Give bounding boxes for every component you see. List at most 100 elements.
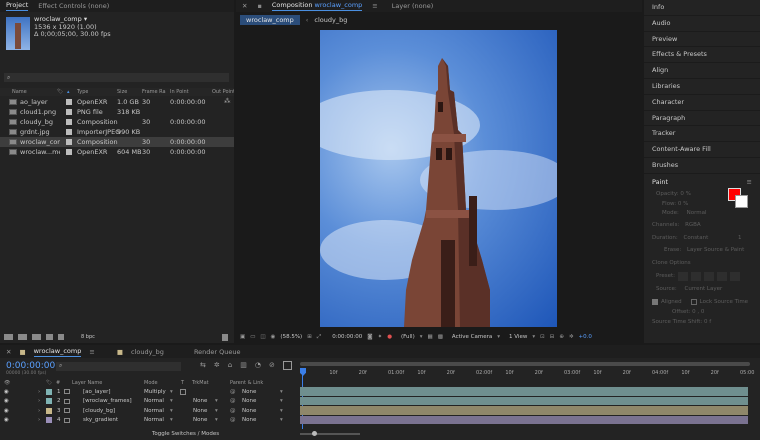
tab-layer[interactable]: Layer (none) [392,2,433,10]
pickwhip-icon[interactable]: @ [230,398,236,404]
new-folder-icon[interactable] [18,334,27,340]
label-color[interactable] [66,119,72,125]
panel-item-brushes[interactable]: Brushes [644,158,760,174]
erase-row[interactable]: Erase: Layer Source & Paint [652,244,752,257]
layer-trkmat[interactable]: None [193,408,207,414]
zoom-slider[interactable] [300,431,360,436]
mode-row[interactable]: Mode: Normal [652,207,752,220]
project-search[interactable]: ⌕ [4,73,229,82]
menu-icon[interactable]: ≡ [89,348,94,356]
comp-flow-icon[interactable]: ⇆ [200,361,206,370]
eye-icon[interactable]: ◉ [4,408,9,414]
frame-blend-icon[interactable]: ▥ [240,361,247,370]
label-color[interactable] [66,129,72,135]
timeline-timecode[interactable]: 0:00:00:00 00000 (30.00 fps) [6,361,55,376]
col-trkmat[interactable]: TrkMat [192,380,209,386]
label-color[interactable] [66,149,72,155]
exposure-value[interactable]: +0.0 [579,334,592,340]
close-icon[interactable]: ✕ [6,348,11,356]
panel-item-audio[interactable]: Audio [644,16,760,32]
trash-icon[interactable] [222,333,228,341]
adjust-icon[interactable] [46,334,53,340]
tab-timeline-cloudy[interactable]: cloudy_bg [131,348,164,356]
layer-mode[interactable]: Normal [144,417,164,423]
panel-item-character[interactable]: Character [644,95,760,111]
motion-blur-icon[interactable]: ◔ [255,361,261,370]
layer-label-color[interactable] [46,388,52,395]
aligned-checkbox[interactable] [652,299,658,306]
layer-duration-bar[interactable] [300,396,748,405]
resolution-select[interactable]: (Full) [401,334,415,340]
lock-source-checkbox[interactable] [690,299,697,306]
time-ruler[interactable]: 0f10f20f01:00f10f20f02:00f10f20f03:00f10… [300,361,754,387]
shy-icon[interactable]: ⌂ [228,361,232,370]
col-name[interactable]: Name [12,89,27,95]
flowchart-icon[interactable]: ⊕ [559,334,564,340]
tab-render-queue[interactable]: Render Queue [194,348,241,356]
layer-name[interactable]: [ao_layer] [83,389,111,395]
fit-icon[interactable]: ⊞ [307,334,312,340]
layer-parent[interactable]: None [242,408,256,414]
label-color[interactable] [66,139,72,145]
project-item[interactable]: cloud1.png PNG file 318 KB [0,107,234,117]
color-channel-icon[interactable]: ● [387,334,392,340]
bg-color-swatch[interactable] [735,194,748,208]
project-item[interactable]: wroclaw...mes OpenEXR 604 MB 30 0:00:00:… [0,147,234,157]
trkmat-icon[interactable] [180,388,186,395]
transparency-icon[interactable]: ▩ [438,334,443,340]
layer-row[interactable]: ◉ › 1 [ao_layer] Multiply ▾ @ None ▾ [0,387,300,397]
search-input[interactable] [13,73,214,82]
label-color[interactable] [66,99,72,105]
pickwhip-icon[interactable]: @ [230,389,236,395]
expand-icon[interactable]: › [38,398,40,404]
duration-row[interactable]: Duration: Constant 1 [652,232,752,245]
project-item[interactable]: wroclaw_comp Composition 30 0:00:00:00 [0,137,234,147]
layer-parent[interactable]: None [242,398,256,404]
project-item[interactable]: cloudy_bg Composition 30 0:00:00:00 [0,117,234,127]
col-inpoint[interactable]: In Point [170,89,189,95]
source-time-shift[interactable]: Source Time Shift: 0 f [652,317,752,328]
layer-label-color[interactable] [46,398,52,405]
project-item[interactable]: ao_layer OpenEXR 1.0 GB 30 0:00:00:00 [0,97,234,107]
panel-item-paragraph[interactable]: Paragraph [644,111,760,127]
channels-row[interactable]: Channels: RGBA [652,219,752,232]
render-icon[interactable]: ⊟ [550,334,555,340]
resize-icon[interactable]: ⤢ [317,334,321,341]
tab-composition[interactable]: Composition wroclaw_comp [271,1,363,11]
col-layer-name[interactable]: Layer Name [72,380,102,386]
panel-item-content-aware-fill[interactable]: Content-Aware Fill [644,142,760,158]
pickwhip-icon[interactable]: @ [230,417,236,423]
graph-editor-icon[interactable]: ⊘ [269,361,275,370]
grid-icon[interactable]: ▣ [240,334,245,340]
show-channel-icon[interactable]: ✦ [378,334,383,340]
draft-3d-icon[interactable]: ✲ [214,361,220,370]
breadcrumb-comp[interactable]: wroclaw_comp [240,15,300,25]
mask-icon[interactable]: ◫ [260,334,265,340]
layer-parent[interactable]: None [242,417,256,423]
comp-viewer[interactable] [320,30,557,327]
col-framerate[interactable]: Frame Ra... [142,89,166,95]
zoom-select[interactable]: (58.5%) [280,334,302,340]
timeline-search[interactable]: ⌕ [56,362,181,371]
panel-item-libraries[interactable]: Libraries [644,79,760,95]
tab-timeline-wroclaw[interactable]: wroclaw_comp [33,347,82,357]
layer-duration-bar[interactable] [300,406,748,415]
panel-item-tracker[interactable]: Tracker [644,126,760,143]
layer-label-color[interactable] [46,417,52,424]
camera-snapshot-icon[interactable]: ◙ [367,334,372,340]
menu-icon[interactable]: ≡ [372,2,377,10]
work-area-bar[interactable] [300,362,750,366]
project-item[interactable]: grdnt.jpg ImporterJPEG 990 KB [0,127,234,137]
col-mode[interactable]: Mode [144,380,158,386]
col-outpoint[interactable]: Out Point [212,89,234,95]
layer-trkmat[interactable]: None [193,398,207,404]
expand-icon[interactable]: › [38,417,40,423]
layer-row[interactable]: ◉ › 2 [wroclaw_frames] Normal ▾ None ▾ @… [0,397,300,407]
layer-parent[interactable]: None [242,389,256,395]
layer-mode[interactable]: Multiply [144,389,166,395]
source-row[interactable]: Source: Current Layer [652,283,752,296]
new-comp-icon[interactable] [32,334,41,340]
reset-exposure-icon[interactable]: ✲ [569,334,574,340]
layer-trkmat[interactable]: None [193,417,207,423]
expand-icon[interactable]: › [38,408,40,414]
